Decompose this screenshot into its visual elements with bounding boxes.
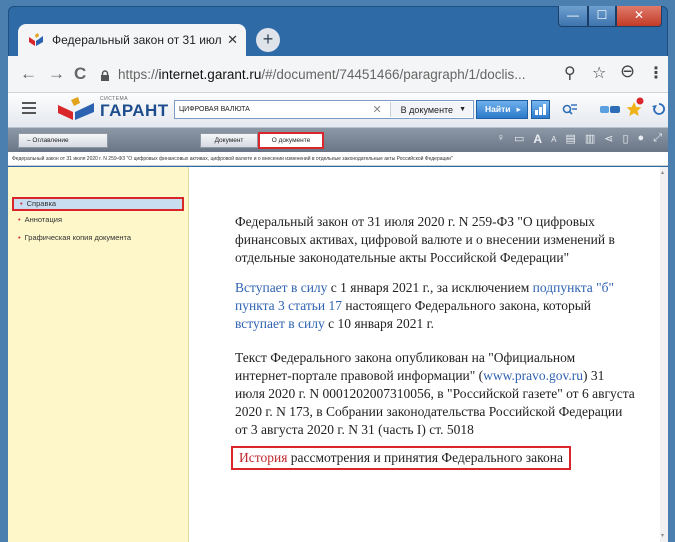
window-controls: — ☐ ✕ [558,6,662,27]
document-content: Федеральный закон от 31 июля 2020 г. N 2… [189,167,668,542]
forward-arrow-icon[interactable]: → [48,64,65,84]
clear-search-icon[interactable]: ✕ [364,103,389,116]
font-size-large-icon[interactable]: A [533,132,542,146]
compare-button[interactable] [598,100,622,119]
garant-favicon-icon [28,33,44,47]
sidebar-item-annotation[interactable]: Аннотация [18,215,62,224]
address-bar: ← → C https://internet.garant.ru/#/docum… [8,56,668,93]
find-arrow-icon: ▸ [516,104,521,114]
history-button[interactable] [650,100,668,119]
scrollbar[interactable]: ▴ ▾ [660,167,668,542]
bookmark-star-icon[interactable]: ☆ [592,63,606,83]
link-effective-2[interactable]: вступает в силу [235,316,325,331]
reload-icon[interactable]: C [74,64,86,84]
url-text: https://internet.garant.ru/#/document/74… [118,66,526,82]
bulb-icon[interactable]: ♀ [497,132,505,146]
publication-paragraph: Текст Федерального закона опубликован на… [235,350,635,437]
sidebar-item-graphic-copy[interactable]: Графическая копия документа [18,233,131,242]
advanced-search-button[interactable] [560,100,579,119]
bookmark-icon[interactable]: ▯ [622,132,628,146]
maximize-button[interactable]: ☐ [588,6,616,27]
print-icon[interactable]: ▭ [514,132,524,146]
printer-icon[interactable]: ▥ [585,132,595,146]
link-pravo-gov[interactable]: www.pravo.gov.ru [483,368,583,383]
scroll-down-icon[interactable]: ▾ [661,532,667,539]
history-icon [652,103,665,115]
browser-tab[interactable]: Федеральный закон от 31 июля ✕ [18,24,246,56]
expand-icon[interactable]: ⤢ [653,132,662,146]
effective-date-paragraph: Вступает в силу с 1 января 2021 г., за и… [235,280,615,331]
bar-chart-icon [535,104,546,115]
tab-about-document[interactable]: О документе [258,132,324,149]
save-icon[interactable]: ▤ [565,132,575,146]
tab-title: Федеральный закон от 31 июля [52,33,222,47]
document-title-paragraph: Федеральный закон от 31 июля 2020 г. N 2… [235,214,615,265]
minimize-button[interactable]: — [558,6,588,27]
scroll-up-icon[interactable]: ▴ [661,169,667,176]
close-window-button[interactable]: ✕ [616,6,662,27]
font-size-small-icon[interactable]: A [551,135,556,146]
browser-menu-icon[interactable]: ⋮ [648,63,664,83]
hamburger-menu-icon[interactable] [22,102,36,117]
search-box[interactable]: ЦИФРОВАЯ ВАЛЮТА ✕ В документе ▼ [174,100,474,119]
search-scope-dropdown[interactable]: В документе ▼ [389,102,472,117]
tab-strip: Федеральный закон от 31 июля ✕ + — ☐ ✕ [8,6,668,56]
search-list-icon [562,104,577,115]
document-tab-row: – Оглавление Документ О документе ♀ ▭ A … [8,128,668,152]
history-highlight: История рассмотрения и принятия Федераль… [231,446,571,470]
tab-document[interactable]: Документ [200,133,258,148]
tab-table-of-contents[interactable]: – Оглавление [18,133,108,148]
find-button[interactable]: Найти ▸ [476,100,528,119]
garant-emblem-icon [58,97,94,120]
share-icon[interactable]: ⋖ [604,132,613,146]
info-icon[interactable]: ● [638,132,645,146]
browser-window: Федеральный закон от 31 июля ✕ + — ☐ ✕ ←… [8,6,668,542]
garant-logo[interactable]: СИСТЕМА ГАРАНТ [56,96,168,123]
link-effective[interactable]: Вступает в силу [235,280,327,295]
lock-icon [100,69,110,81]
breadcrumb: Федеральный закон от 31 июля 2020 г. N 2… [8,152,668,166]
new-tab-button[interactable]: + [256,28,280,52]
account-icon[interactable]: ⊖ [620,61,635,82]
sidebar-item-reference[interactable]: Справка [12,197,184,211]
star-icon [626,97,644,116]
sidebar: Справка Аннотация Графическая копия доку… [8,167,189,542]
favorites-button[interactable] [624,97,646,119]
back-arrow-icon[interactable]: ← [20,64,37,84]
garant-toolbar: СИСТЕМА ГАРАНТ ЦИФРОВАЯ ВАЛЮТА ✕ В докум… [8,93,668,128]
compare-icon [600,106,620,113]
search-options-button[interactable] [531,100,550,119]
logo-name: ГАРАНТ [100,101,169,120]
search-input[interactable]: ЦИФРОВАЯ ВАЛЮТА [175,106,364,113]
link-history[interactable]: История [239,450,287,465]
zoom-icon[interactable]: ⚲ [564,63,576,83]
chevron-down-icon: ▼ [459,106,466,113]
document-tools: ♀ ▭ A A ▤ ▥ ⋖ ▯ ● ⤢ [497,132,662,146]
url-field[interactable]: https://internet.garant.ru/#/document/74… [100,61,580,87]
close-tab-icon[interactable]: ✕ [227,32,238,48]
